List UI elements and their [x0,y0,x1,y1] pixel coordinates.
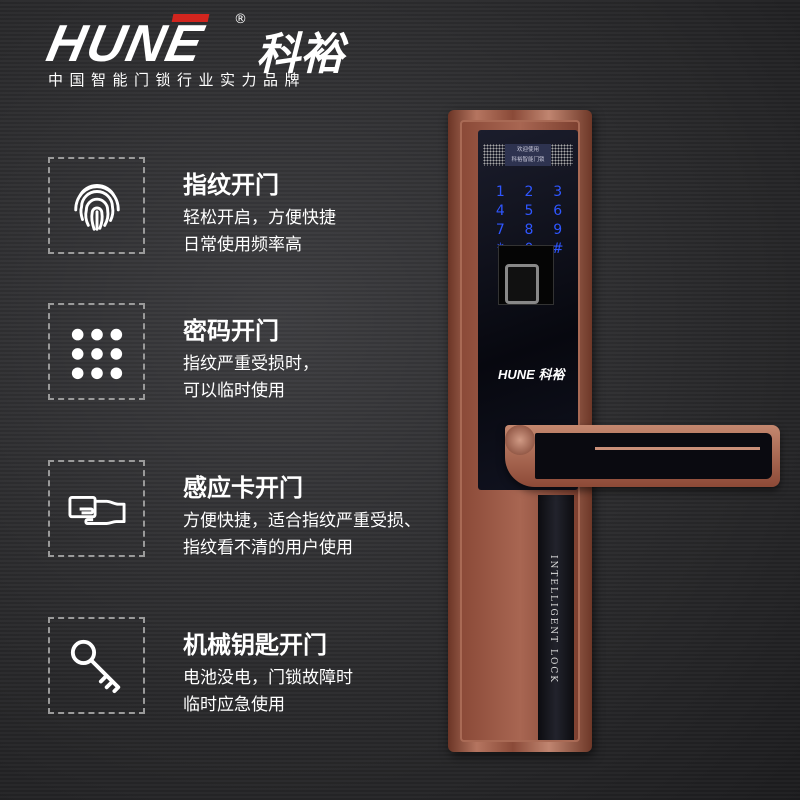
feature-desc: 临时应急使用 [183,695,285,715]
feature-desc: 电池没电，门锁故障时 [183,668,353,688]
display-line: 科裕智能门锁 [511,157,545,163]
feature-desc: 可以临时使用 [183,381,285,401]
key[interactable]: 7 [486,222,515,238]
feature-desc: 轻松开启，方便快捷 [183,208,336,228]
lock-display: 欢迎使用 科裕智能门锁 [505,144,551,166]
fingerprint-icon [74,183,120,231]
speaker-grille [551,144,573,166]
feature-title: 指纹开门 [183,171,279,199]
feature-fingerprint: 指纹开门 轻松开启，方便快捷 日常使用频率高 [48,157,408,257]
lock-handle [505,425,780,487]
key-cylinder [505,425,535,455]
feature-card: 感应卡开门 方便快捷，适合指纹严重受损、 指纹看不清的用户使用 [48,460,421,560]
feature-title: 机械钥匙开门 [183,631,327,659]
feature-password: 密码开门 指纹严重受损时， 可以临时使用 [48,303,408,403]
lock-logo: HUNE 科裕 [498,367,565,382]
key[interactable]: 6 [543,203,572,219]
key[interactable]: 4 [486,203,515,219]
key-icon [70,639,121,694]
key[interactable]: 3 [543,184,572,200]
fingerprint-sensor [498,245,554,305]
product-banner: HUNE ® 科裕 中国智能门锁行业实力品牌 指纹开门 轻松开启，方便快捷 日常… [0,0,800,800]
feature-desc: 日常使用频率高 [183,235,302,255]
card-icon [68,495,126,525]
key[interactable]: 2 [515,184,544,200]
display-line: 欢迎使用 [516,147,539,153]
strip-text: INTELLIGENT LOCK [548,555,558,684]
feature-title: 感应卡开门 [183,474,303,502]
feature-desc: 方便快捷，适合指纹严重受损、 [183,511,421,531]
tagline: 中国智能门锁行业实力品牌 [48,71,307,89]
feature-desc: 指纹看不清的用户使用 [183,538,353,558]
registered-mark: ® [234,12,247,27]
logo-wordmark: HUNE [41,14,210,73]
feature-key: 机械钥匙开门 电池没电，门锁故障时 临时应急使用 [48,617,408,717]
keypad-icon [71,328,123,380]
feature-title: 密码开门 [183,317,279,345]
key[interactable]: 8 [515,222,544,238]
key[interactable]: 1 [486,184,515,200]
feature-desc: 指纹严重受损时， [183,354,319,374]
key[interactable]: 9 [543,222,572,238]
speaker-grille [483,144,505,166]
key[interactable]: 5 [515,203,544,219]
